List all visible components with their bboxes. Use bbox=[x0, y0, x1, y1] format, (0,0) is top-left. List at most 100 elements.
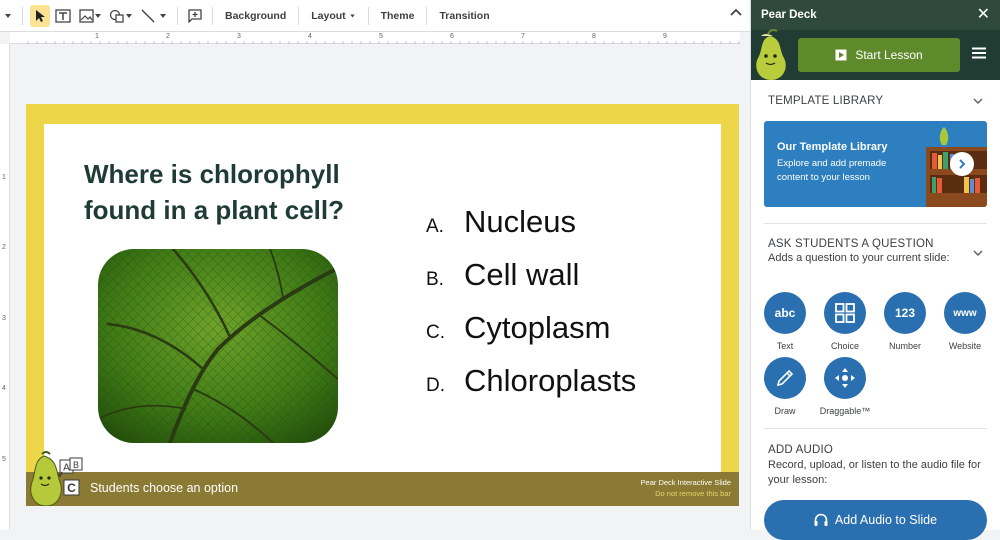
slide-question[interactable]: Where is chlorophyll found in a plant ce… bbox=[84, 156, 414, 228]
library-arrow-button[interactable] bbox=[950, 152, 974, 176]
answer-option-b[interactable]: B. Cell wall bbox=[426, 257, 636, 310]
background-button[interactable]: Background bbox=[219, 10, 292, 22]
chevron-down-icon[interactable] bbox=[973, 98, 983, 105]
website-question-button[interactable]: www Website bbox=[937, 292, 993, 351]
layout-button[interactable]: Layout bbox=[305, 10, 361, 22]
pear-deck-interactive-bar: Students choose an option Pear Deck Inte… bbox=[26, 472, 739, 506]
section-divider bbox=[764, 223, 987, 224]
answer-text: Cytoplasm bbox=[464, 310, 611, 345]
add-comment-icon[interactable] bbox=[185, 5, 205, 27]
text-box-icon[interactable] bbox=[52, 5, 74, 27]
theme-button[interactable]: Theme bbox=[375, 10, 421, 22]
ruler-number: 8 bbox=[592, 33, 596, 40]
sidebar-title: Pear Deck bbox=[761, 9, 817, 21]
bar-instruction: Students choose an option bbox=[90, 481, 239, 495]
add-audio-button[interactable]: Add Audio to Slide bbox=[764, 500, 987, 540]
draggable-question-button[interactable]: Draggable™ bbox=[817, 357, 873, 416]
toolbar-divider bbox=[298, 6, 300, 25]
draw-question-button[interactable]: Draw bbox=[757, 357, 813, 416]
ruler-number: 6 bbox=[450, 33, 454, 40]
editor-toolbar: Background Layout Theme Transition bbox=[0, 0, 750, 32]
number-question-icon: 123 bbox=[884, 292, 926, 334]
answer-letter: A. bbox=[426, 216, 444, 237]
add-audio-subtitle: Record, upload, or listen to the audio f… bbox=[768, 459, 981, 486]
ruler-number: 9 bbox=[663, 33, 667, 40]
sidebar-header: Pear Deck ✕ bbox=[751, 0, 1000, 30]
toolbar-divider bbox=[367, 6, 369, 25]
headphones-icon bbox=[814, 513, 828, 526]
start-lesson-label: Start Lesson bbox=[855, 48, 923, 62]
section-divider bbox=[764, 428, 987, 429]
add-audio-label: Add Audio to Slide bbox=[834, 513, 938, 527]
ruler-number: 2 bbox=[2, 244, 6, 251]
collapse-chevron-up-icon[interactable] bbox=[730, 7, 742, 20]
start-lesson-button[interactable]: Start Lesson bbox=[798, 38, 960, 72]
answer-text: Nucleus bbox=[464, 204, 576, 239]
pencil-icon bbox=[764, 357, 806, 399]
toolbar-divider bbox=[426, 6, 428, 25]
answer-list: A. Nucleus B. Cell wall C. Cytoplasm D. … bbox=[426, 204, 636, 416]
layout-button-label: Layout bbox=[311, 9, 346, 22]
vertical-ruler: 1 2 3 4 5 bbox=[0, 44, 10, 530]
ruler-number: 3 bbox=[237, 33, 241, 40]
ruler-number: 2 bbox=[166, 33, 170, 40]
question-type-label: Draw bbox=[774, 406, 796, 416]
chevron-right-icon bbox=[959, 159, 966, 169]
template-library-card[interactable]: Our Template Library Explore and add pre… bbox=[764, 121, 987, 207]
bar-notice: Pear Deck Interactive Slide Do not remov… bbox=[641, 477, 731, 499]
ask-question-subtitle: Adds a question to your current slide: bbox=[768, 252, 950, 264]
bar-notice-line2: Do not remove this bar bbox=[655, 489, 731, 498]
shape-icon[interactable] bbox=[106, 5, 136, 27]
text-question-button[interactable]: abc Text bbox=[757, 292, 813, 351]
answer-option-a[interactable]: A. Nucleus bbox=[426, 204, 636, 257]
sidebar-top-bar: Start Lesson bbox=[751, 29, 1000, 80]
answer-option-d[interactable]: D. Chloroplasts bbox=[426, 363, 636, 416]
leaf-image[interactable] bbox=[98, 249, 338, 443]
library-card-subtitle: Explore and add premade content to your … bbox=[777, 158, 887, 183]
number-question-button[interactable]: 123 Number bbox=[877, 292, 933, 351]
question-type-label: Number bbox=[888, 341, 921, 351]
answer-option-c[interactable]: C. Cytoplasm bbox=[426, 310, 636, 363]
pear-deck-sidebar: Pear Deck ✕ Start Lesson TEMPLATE LIBRAR… bbox=[750, 0, 1000, 540]
horizontal-ruler: 1 2 3 4 5 6 7 8 9 bbox=[10, 32, 740, 44]
ask-question-title: ASK STUDENTS A QUESTION bbox=[768, 238, 934, 250]
choice-question-button[interactable]: Choice bbox=[817, 292, 873, 351]
move-arrows-icon bbox=[824, 357, 866, 399]
answer-letter: C. bbox=[426, 322, 445, 343]
website-question-icon: www bbox=[944, 292, 986, 334]
library-card-title: Our Template Library bbox=[777, 141, 888, 153]
choice-grid-icon bbox=[824, 292, 866, 334]
close-icon[interactable]: ✕ bbox=[977, 7, 990, 23]
ruler-number: 4 bbox=[2, 385, 6, 392]
ruler-number: 7 bbox=[521, 33, 525, 40]
answer-text: Chloroplasts bbox=[464, 363, 637, 398]
bar-notice-line1: Pear Deck Interactive Slide bbox=[640, 478, 731, 487]
slide-canvas[interactable]: Where is chlorophyll found in a plant ce… bbox=[26, 104, 739, 506]
add-audio-title: ADD AUDIO bbox=[768, 444, 834, 456]
toolbar-divider bbox=[177, 6, 178, 25]
mascot-letter-b: B bbox=[73, 460, 79, 470]
ruler-number: 1 bbox=[2, 174, 6, 181]
template-library-section[interactable]: TEMPLATE LIBRARY bbox=[751, 95, 1000, 107]
play-icon bbox=[835, 49, 847, 61]
ask-question-section[interactable]: ASK STUDENTS A QUESTION Adds a question … bbox=[751, 238, 1000, 266]
toolbar-divider bbox=[212, 6, 213, 25]
toolbar-divider bbox=[22, 6, 23, 25]
template-library-title: TEMPLATE LIBRARY bbox=[768, 95, 884, 107]
ruler-number: 3 bbox=[2, 315, 6, 322]
caret-down-icon[interactable] bbox=[1, 5, 15, 27]
question-type-label: Text bbox=[776, 341, 794, 351]
chevron-down-icon[interactable] bbox=[973, 250, 983, 257]
transition-button[interactable]: Transition bbox=[433, 10, 495, 22]
select-cursor-icon[interactable] bbox=[30, 4, 50, 27]
line-tool-icon[interactable] bbox=[138, 5, 170, 27]
layout-caret-icon bbox=[349, 14, 355, 17]
insert-image-icon[interactable] bbox=[76, 5, 104, 27]
pear-mascot-icon bbox=[756, 29, 786, 80]
answer-text: Cell wall bbox=[464, 257, 580, 292]
question-type-label: Website bbox=[948, 341, 982, 351]
ruler-number: 4 bbox=[308, 33, 312, 40]
hamburger-menu-icon[interactable] bbox=[972, 47, 986, 59]
ruler-ticks bbox=[27, 41, 740, 44]
mascot-letter-c: C bbox=[67, 481, 76, 495]
